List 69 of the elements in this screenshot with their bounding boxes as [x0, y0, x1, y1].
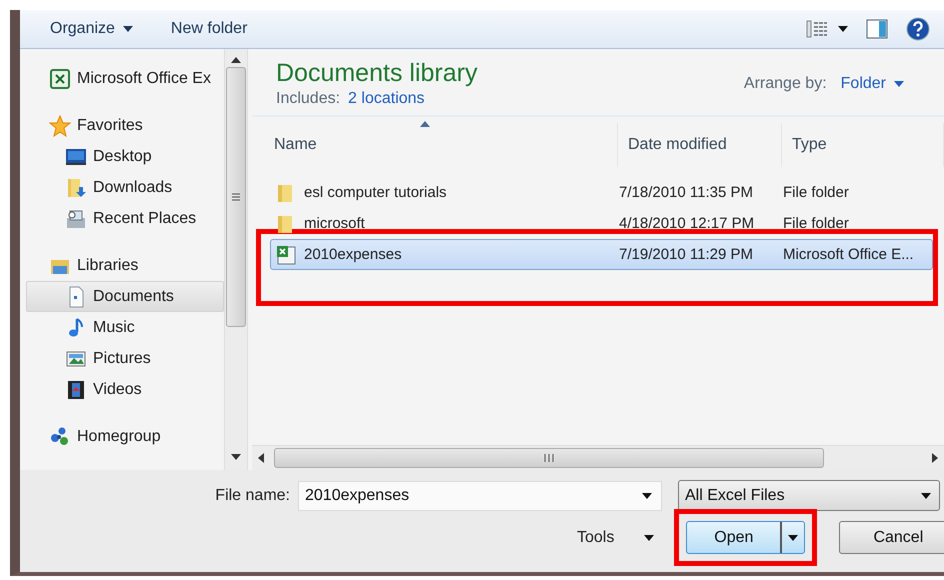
grip-icon — [232, 193, 240, 201]
sidebar-item[interactable]: Pictures — [26, 343, 224, 374]
homegroup-icon — [49, 426, 71, 448]
file-type: File folder — [783, 215, 849, 232]
details-view-icon — [806, 20, 828, 38]
scroll-right-icon — [932, 453, 938, 463]
file-name: microsoft — [304, 215, 365, 232]
sidebar-item[interactable]: Music — [26, 312, 224, 343]
date-modified: 7/18/2010 11:35 PM — [619, 184, 753, 201]
sidebar-item[interactable]: Homegroup — [26, 421, 224, 452]
scrollbar-thumb[interactable] — [274, 448, 824, 468]
sidebar-item[interactable]: Videos — [26, 374, 224, 405]
download-folder-icon — [65, 176, 87, 198]
caret-icon — [838, 26, 848, 32]
sidebar-item[interactable]: Recent Places — [26, 203, 224, 234]
scroll-up-icon — [231, 57, 241, 63]
sidebar-item[interactable]: Desktop — [26, 141, 224, 172]
help-icon — [906, 17, 930, 41]
caret-icon — [122, 26, 133, 32]
file-name: 2010expenses — [304, 246, 402, 263]
date-modified: 4/18/2010 12:17 PM — [619, 215, 754, 232]
caret-icon — [894, 81, 904, 87]
horizontal-scrollbar[interactable] — [252, 445, 944, 470]
caret-icon — [644, 534, 654, 540]
view-button[interactable] — [806, 20, 848, 38]
library-title: Documents library — [276, 59, 478, 88]
spreadsheet-icon — [49, 68, 71, 90]
preview-pane-icon — [866, 19, 888, 39]
includes-label: Includes: — [276, 90, 340, 108]
file-type: File folder — [783, 184, 849, 201]
vertical-scrollbar[interactable] — [224, 49, 248, 470]
caret-icon — [788, 534, 798, 540]
scroll-left-icon — [258, 453, 264, 463]
toolbar-button[interactable]: New folder — [166, 16, 252, 42]
dialog-button[interactable]: Open — [686, 521, 806, 554]
arrange-label: Arrange by: — [744, 75, 827, 93]
file-type-dropdown[interactable]: All Excel Files — [678, 480, 940, 511]
file-row[interactable]: 2010expenses 7/19/2010 11:29 PM Microsoft Office E... — [270, 239, 933, 270]
file-type: Microsoft Office E... — [783, 246, 914, 263]
spreadsheet-icon — [275, 244, 297, 266]
sidebar-item[interactable]: Favorites — [26, 110, 224, 141]
sidebar-item[interactable]: Microsoft Office Ex — [26, 63, 224, 94]
sidebar-item[interactable]: Documents — [26, 281, 224, 312]
column-header[interactable]: Name — [252, 123, 618, 167]
dialog-button[interactable]: Cancel — [839, 521, 944, 554]
locations-link[interactable]: 2 locations — [348, 90, 425, 108]
tools-button[interactable]: Tools — [573, 524, 658, 550]
grip-icon — [544, 454, 554, 462]
toolbar-button[interactable]: Organize — [46, 16, 137, 42]
star-icon — [49, 114, 71, 136]
film-icon — [65, 378, 87, 400]
column-header[interactable]: Date modified — [618, 123, 782, 167]
sidebar-item[interactable]: Downloads — [26, 172, 224, 203]
file-row[interactable]: esl computer tutorials 7/18/2010 11:35 PM File folder — [270, 177, 944, 208]
arrange-dropdown[interactable]: Folder — [840, 75, 904, 93]
caret-icon — [642, 492, 652, 498]
scrollbar-thumb[interactable] — [226, 67, 246, 327]
scroll-down-icon — [231, 454, 241, 460]
sidebar-item[interactable]: Libraries — [26, 250, 224, 281]
date-modified: 7/19/2010 11:29 PM — [619, 246, 753, 263]
file-name-label: File name: — [214, 486, 290, 504]
file-row[interactable]: microsoft 4/18/2010 12:17 PM File folder — [270, 208, 944, 239]
help-button[interactable] — [906, 17, 930, 41]
file-name-field[interactable]: 2010expenses — [298, 480, 662, 510]
preview-pane-button[interactable] — [866, 19, 888, 39]
file-name: esl computer tutorials — [304, 184, 447, 201]
caret-icon — [921, 492, 931, 498]
recent-places-icon — [65, 208, 87, 230]
column-header[interactable]: Type — [782, 123, 944, 167]
